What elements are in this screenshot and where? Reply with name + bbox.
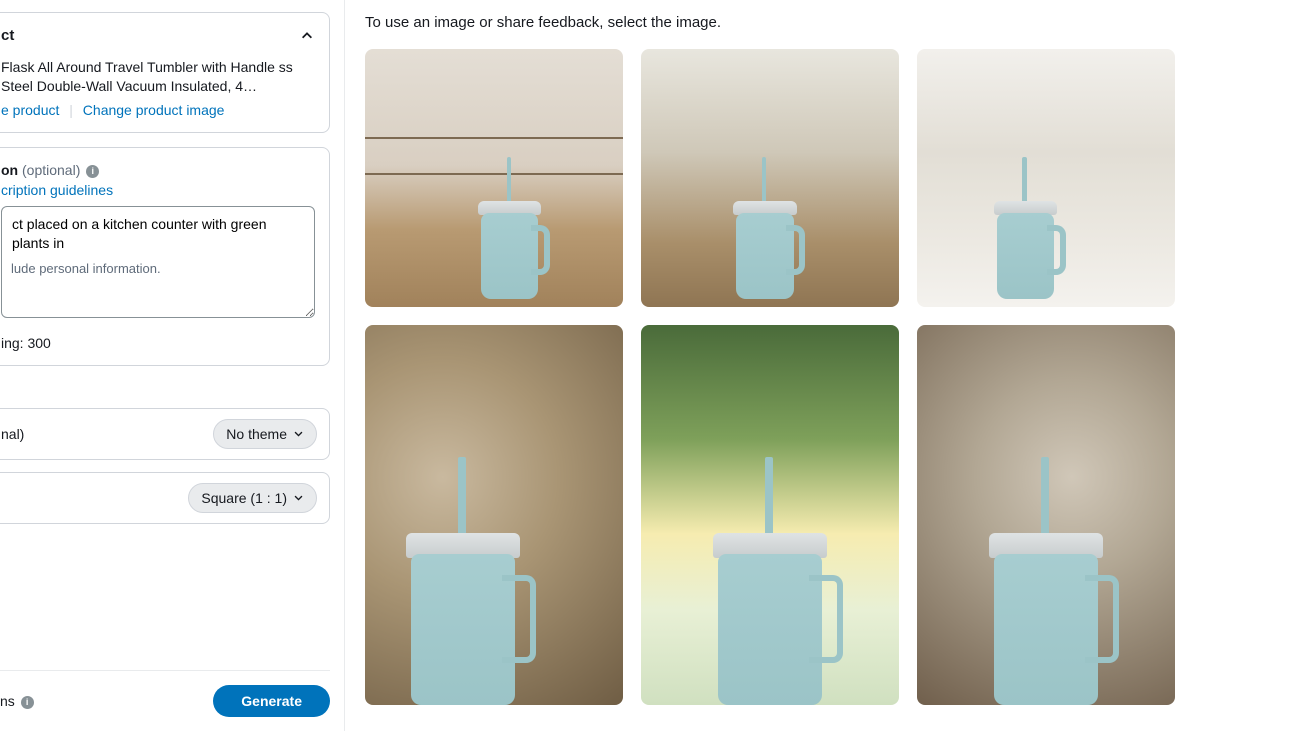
product-section-title: ct [1,27,14,44]
generated-image[interactable] [641,325,899,705]
footer-label: ns [0,693,15,709]
aspect-select[interactable]: Square (1 : 1) [188,483,317,513]
sidebar-footer: ns i Generate [0,670,330,731]
description-label: on [1,162,18,178]
product-name: Flask All Around Travel Tumbler with Han… [1,58,315,96]
change-product-image-link[interactable]: Change product image [83,102,225,118]
theme-value: No theme [226,426,287,442]
main-instruction: To use an image or share feedback, selec… [365,14,1280,31]
char-counter: ing: 300 [1,335,315,351]
change-product-link[interactable]: e product [1,102,59,118]
info-icon[interactable]: i [21,696,34,709]
chevron-down-icon [293,426,304,442]
description-optional: (optional) [22,162,80,178]
image-grid [365,49,1280,705]
theme-select[interactable]: No theme [213,419,317,449]
generated-image[interactable] [917,49,1175,307]
link-divider: | [69,102,73,118]
theme-label: nal) [0,426,24,442]
description-panel: on (optional) i cription guidelines lude… [0,147,330,366]
theme-row: nal) No theme [0,408,330,460]
generated-image[interactable] [365,325,623,705]
aspect-value: Square (1 : 1) [201,490,287,506]
generated-image[interactable] [917,325,1175,705]
description-guidelines-link[interactable]: cription guidelines [1,182,315,198]
aspect-row: Square (1 : 1) [0,472,330,524]
sidebar: ct Flask All Around Travel Tumbler with … [0,0,345,731]
generated-image[interactable] [641,49,899,307]
description-textarea[interactable] [1,206,315,318]
generate-button[interactable]: Generate [213,685,330,717]
generated-image[interactable] [365,49,623,307]
chevron-down-icon [293,490,304,506]
main-area: To use an image or share feedback, selec… [345,0,1300,731]
info-icon[interactable]: i [86,165,99,178]
product-panel: ct Flask All Around Travel Tumbler with … [0,12,330,133]
chevron-up-icon[interactable] [299,28,315,44]
